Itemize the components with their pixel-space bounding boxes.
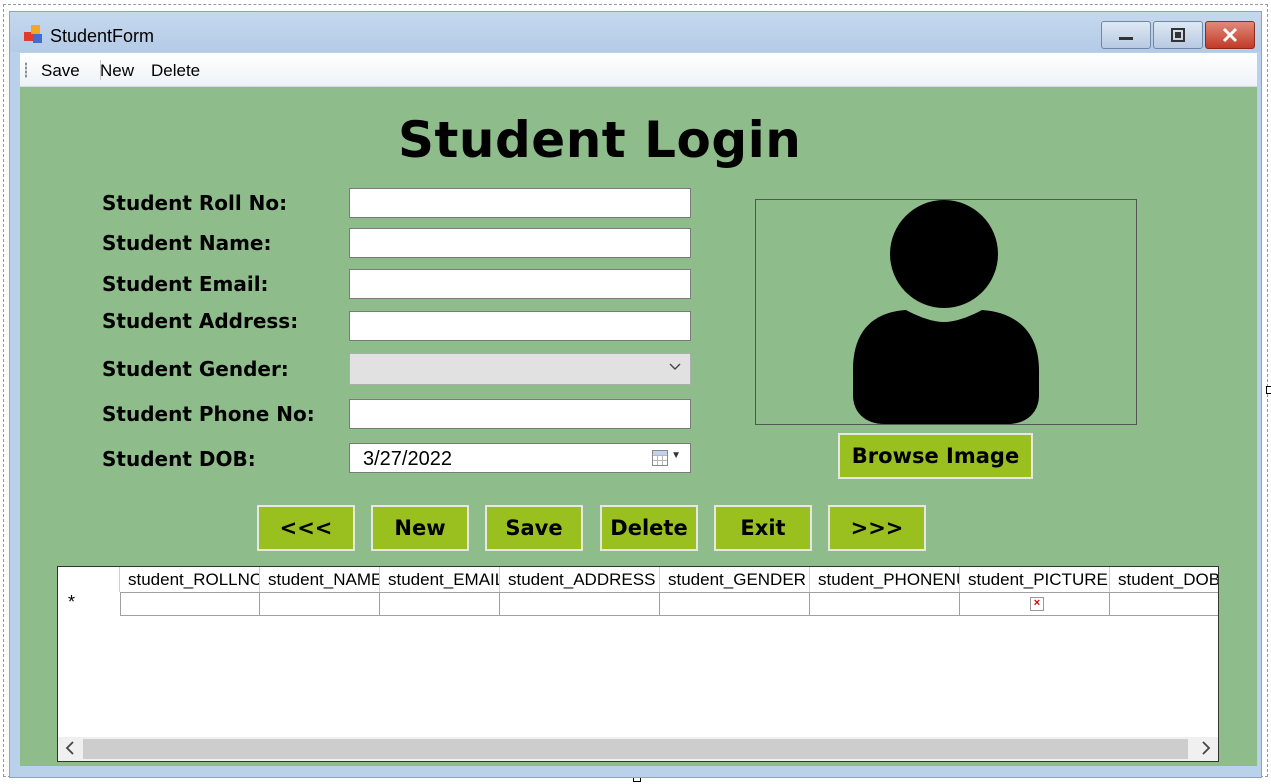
column-header[interactable]: student_GENDER [660, 567, 810, 592]
grid-cell[interactable] [810, 592, 960, 616]
email-input[interactable] [349, 269, 691, 299]
name-input[interactable] [349, 228, 691, 258]
column-header[interactable]: student_ADDRESS [500, 567, 660, 592]
new-button[interactable]: New [371, 505, 469, 551]
browse-image-button[interactable]: Browse Image [838, 433, 1033, 479]
minimize-button[interactable] [1101, 21, 1151, 49]
grid-cell[interactable]: × [960, 592, 1110, 616]
calendar-dropdown-icon[interactable]: ▼ [671, 450, 681, 461]
close-icon [1222, 27, 1238, 43]
broken-image-icon: × [1030, 597, 1044, 611]
delete-button[interactable]: Delete [600, 505, 698, 551]
scrollbar-thumb[interactable] [83, 739, 1188, 759]
dob-label: Student DOB: [102, 447, 256, 471]
roll-no-input[interactable] [349, 188, 691, 218]
scroll-left-icon[interactable] [64, 739, 76, 761]
column-header[interactable]: student_PHONENU [810, 567, 960, 592]
menu-delete[interactable]: Delete [151, 61, 200, 81]
student-picture-box [755, 199, 1137, 425]
menu-save[interactable]: Save [41, 61, 80, 81]
phone-input[interactable] [349, 399, 691, 429]
row-header-corner[interactable] [58, 567, 120, 592]
menu-strip: Save New Delete [20, 53, 1257, 87]
column-header[interactable]: student_PICTURE [960, 567, 1110, 592]
chevron-down-icon [669, 363, 681, 370]
window-title: StudentForm [50, 26, 155, 46]
column-header[interactable]: student_EMAIL [380, 567, 500, 592]
grid-cell[interactable] [660, 592, 810, 616]
minimize-icon [1119, 37, 1133, 40]
column-header[interactable]: student_DOB [1110, 567, 1218, 592]
title-bar[interactable]: StudentForm [10, 12, 1261, 52]
calendar-icon[interactable] [652, 450, 668, 466]
dob-value: 3/27/2022 [363, 448, 452, 470]
next-button[interactable]: >>> [828, 505, 926, 551]
save-button[interactable]: Save [485, 505, 583, 551]
grid-cell[interactable] [120, 592, 260, 616]
app-icon [24, 25, 44, 43]
email-label: Student Email: [102, 272, 269, 296]
resize-handle-right[interactable] [1266, 386, 1271, 394]
grid-cell[interactable] [1110, 592, 1218, 616]
students-datagrid[interactable]: student_ROLLNO student_NAME student_EMAI… [57, 566, 1219, 762]
grid-header: student_ROLLNO student_NAME student_EMAI… [58, 567, 1218, 592]
name-label: Student Name: [102, 231, 272, 255]
scroll-right-icon[interactable] [1200, 739, 1212, 761]
user-silhouette-icon [853, 200, 1039, 424]
phone-label: Student Phone No: [102, 402, 315, 426]
page-title: Student Login [398, 111, 802, 169]
grid-cell[interactable] [500, 592, 660, 616]
dob-datepicker[interactable]: 3/27/2022 ▼ [349, 443, 691, 473]
column-header[interactable]: student_NAME [260, 567, 380, 592]
close-button[interactable] [1205, 21, 1255, 49]
grid-cell[interactable] [380, 592, 500, 616]
roll-no-label: Student Roll No: [102, 191, 288, 215]
menu-new[interactable]: New [100, 61, 134, 81]
gender-label: Student Gender: [102, 357, 289, 381]
address-label: Student Address: [102, 309, 299, 333]
maximize-icon [1171, 28, 1185, 42]
previous-button[interactable]: <<< [257, 505, 355, 551]
horizontal-scrollbar[interactable] [58, 737, 1218, 761]
address-input[interactable] [349, 311, 691, 341]
gender-combobox[interactable] [349, 353, 691, 385]
new-row-marker[interactable]: * [58, 592, 120, 616]
student-form-window: StudentForm Save New Delete Student Logi… [9, 11, 1262, 778]
maximize-button[interactable] [1153, 21, 1203, 49]
toolstrip-grip[interactable] [25, 62, 27, 78]
form-body: Student Login Student Roll No: Student N… [20, 87, 1257, 766]
exit-button[interactable]: Exit [714, 505, 812, 551]
column-header[interactable]: student_ROLLNO [120, 567, 260, 592]
grid-cell[interactable] [260, 592, 380, 616]
